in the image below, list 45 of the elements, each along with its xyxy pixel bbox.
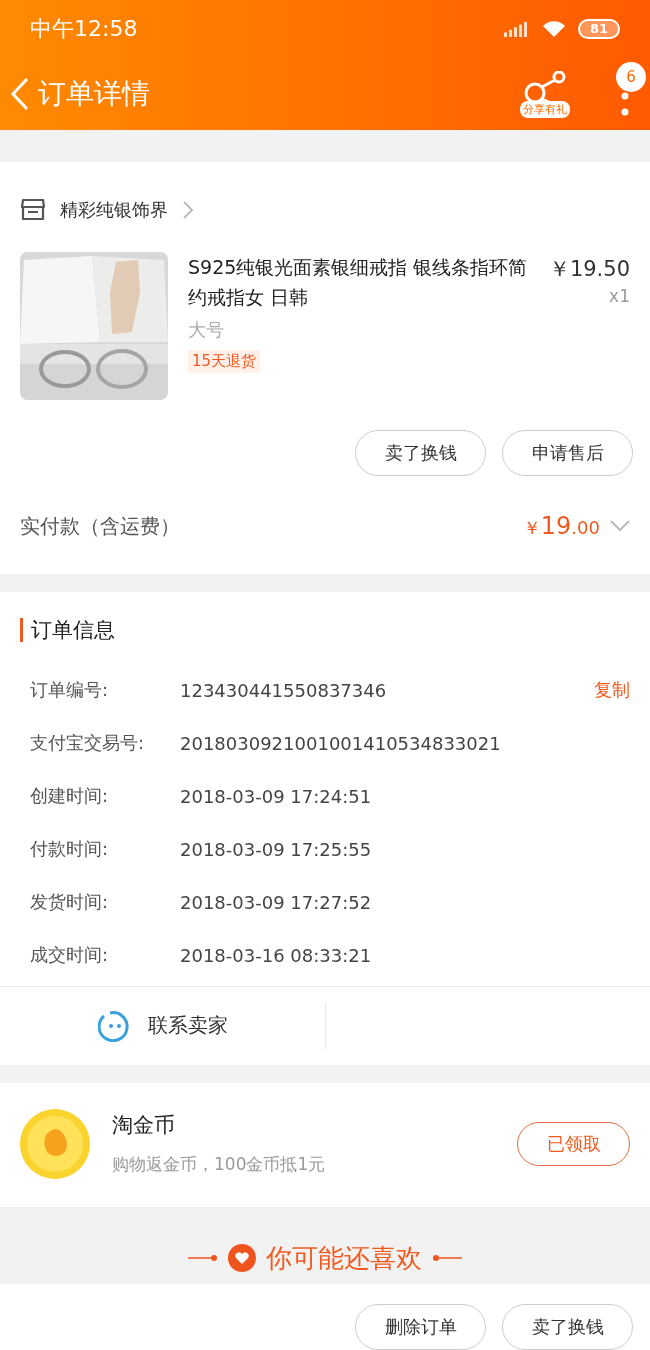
more-icon[interactable] (621, 92, 629, 116)
page-title: 订单详情 (38, 76, 151, 112)
chevron-icon[interactable] (182, 200, 194, 221)
action-button[interactable]: 申请售后 (502, 430, 633, 477)
contact-seller-link[interactable]: 联系卖家 (147, 1012, 228, 1040)
bottom-action-button[interactable]: 卖了换钱 (502, 1304, 633, 1350)
coin-description: 购物返金币，100金币抵1元 (112, 1153, 327, 1177)
bottom-action-button[interactable]: 删除订单 (355, 1304, 486, 1350)
back-icon[interactable] (10, 77, 30, 111)
recommend-title: 你可能还喜欢 (266, 1241, 422, 1275)
info-label: 支付宝交易号: (30, 731, 146, 756)
product-price: ￥19.50 (548, 256, 630, 284)
info-label: 付款时间: (30, 837, 110, 862)
coin-icon (20, 1108, 90, 1179)
arrow-icon (432, 1254, 462, 1263)
info-value: 2018-03-09 17:25:55 (180, 838, 373, 860)
store-icon (20, 198, 46, 223)
notification-badge: 6 (616, 62, 646, 92)
copy-link[interactable]: 复制 (594, 678, 630, 703)
chat-icon[interactable] (97, 1009, 132, 1042)
shop-name[interactable]: 精彩纯银饰界 (60, 198, 168, 223)
battery-indicator: 81 (577, 19, 620, 39)
payment-amount: ￥19.00 (522, 512, 600, 541)
info-value: 2018-03-09 17:24:51 (180, 785, 373, 807)
status-time: 中午12:58 (30, 15, 138, 43)
section-title: 订单信息 (20, 617, 115, 642)
expand-icon[interactable] (610, 520, 630, 533)
action-button[interactable]: 卖了换钱 (355, 430, 486, 477)
info-label: 发货时间: (30, 890, 110, 915)
product-spec: 大号 (188, 318, 224, 343)
info-label: 创建时间: (30, 784, 110, 809)
signal-icon (503, 21, 530, 37)
info-value: 2018-03-09 17:27:52 (180, 891, 373, 913)
wifi-icon (541, 20, 566, 38)
info-value: 2018030921001001410534833021 (180, 732, 502, 754)
payment-label: 实付款（含运费） (20, 512, 181, 540)
info-label: 订单编号: (30, 678, 110, 703)
info-value: 2018-03-16 08:33:21 (180, 944, 373, 966)
arrow-icon (188, 1254, 218, 1263)
quantity: x1 (609, 286, 630, 307)
product-title[interactable]: S925纯银光面素银细戒指 银线条指环简约戒指女 日韩 (188, 252, 529, 313)
return-tag: 15天退货 (188, 350, 261, 374)
coin-title: 淘金币 (112, 1112, 176, 1140)
info-label: 成交时间: (30, 943, 110, 968)
info-value: 123430441550837346 (180, 679, 388, 701)
